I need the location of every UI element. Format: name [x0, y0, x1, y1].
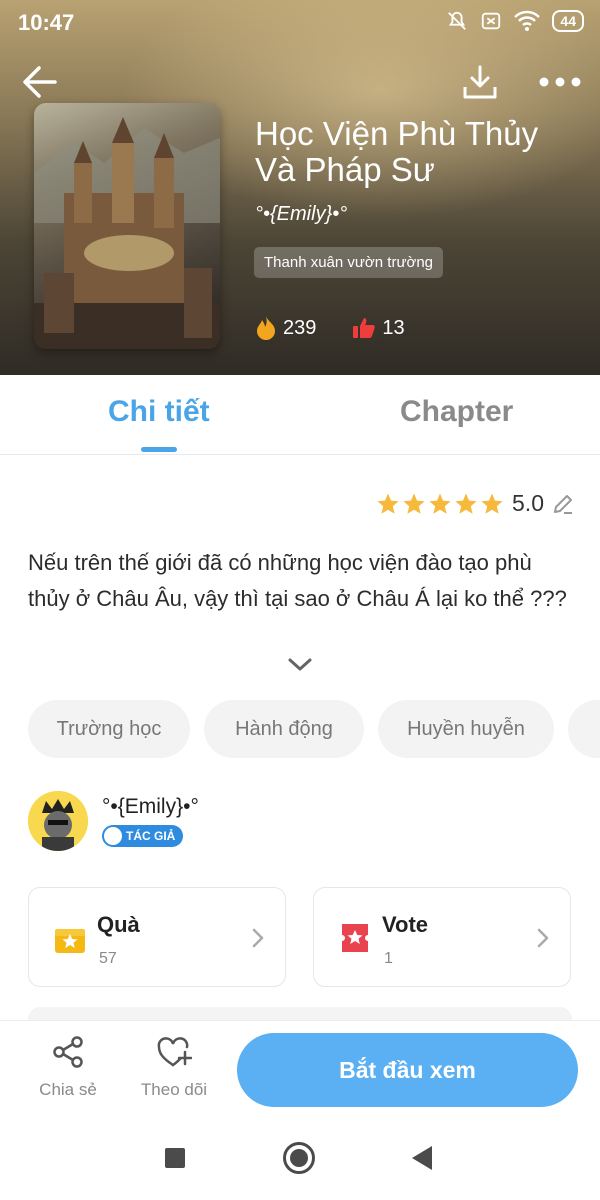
thumbs-up-icon [353, 318, 376, 338]
author-badge-icon [104, 827, 122, 845]
genre-badge[interactable]: Thanh xuân vườn trường [254, 247, 444, 278]
star-icon [377, 493, 399, 514]
download-icon [463, 65, 497, 99]
book-author[interactable]: °•{Emily}•° [255, 203, 347, 226]
likes-count: 13 [382, 316, 405, 339]
start-reading-button[interactable]: Bắt đầu xem [237, 1033, 578, 1107]
mute-icon [448, 11, 467, 30]
vote-card[interactable]: Vote 1 [313, 887, 571, 987]
book-description: Nếu trên thế giới đã có những học viện đ… [28, 550, 567, 611]
active-tab-indicator [141, 447, 177, 452]
tag-chip[interactable]: Trường học [28, 700, 190, 758]
chevron-right-icon [537, 928, 549, 948]
book-title: Học Viện Phù Thủy Và Pháp Sư [255, 115, 539, 188]
status-bar: 10:47 44 [0, 0, 600, 44]
sim-icon [482, 12, 501, 30]
more-button[interactable] [534, 60, 586, 104]
rating-stars [376, 492, 504, 516]
chevron-down-icon [288, 658, 312, 671]
heart-plus-icon [157, 1037, 193, 1067]
book-header: 10:47 44 Học Viện Phù Thủy Và Pháp Sư °•… [0, 0, 600, 375]
tab-chapter[interactable]: Chapter [400, 395, 513, 429]
star-icon [429, 493, 451, 514]
likes-stat: 13 [352, 316, 405, 340]
tag-chip[interactable]: Hành động [204, 700, 364, 758]
fire-icon [257, 316, 275, 340]
tab-detail[interactable]: Chi tiết [108, 395, 210, 429]
more-icon [539, 77, 581, 87]
system-back-icon[interactable] [412, 1146, 432, 1170]
detail-tabs: Chi tiết Chapter [0, 375, 600, 455]
star-icon [403, 493, 425, 514]
author-name[interactable]: °•{Emily}•° [102, 795, 199, 819]
book-stats: 239 13 [255, 315, 405, 341]
star-icon [455, 493, 477, 514]
recent-apps-icon[interactable] [165, 1148, 185, 1168]
gift-title: Quà [97, 912, 140, 937]
wifi-icon [514, 10, 541, 31]
rating-row[interactable]: 5.0 [376, 490, 574, 517]
expand-description-button[interactable] [284, 652, 316, 676]
author-avatar[interactable] [28, 791, 88, 851]
views-count: 239 [283, 316, 317, 339]
tag-list: Trường học Hành động Huyền huyễn [28, 700, 600, 758]
book-cover[interactable] [34, 103, 220, 349]
share-label: Chia sẻ [39, 1080, 97, 1099]
vote-ticket-icon [342, 924, 368, 952]
avatar-image [28, 791, 88, 851]
author-role-badge: TÁC GIẢ [102, 825, 184, 847]
gift-count: 57 [99, 950, 117, 967]
vote-count: 1 [384, 950, 393, 967]
status-time: 10:47 [18, 10, 75, 35]
tag-chip[interactable]: Huyền huyễn [378, 700, 554, 758]
gift-card[interactable]: Quà 57 [28, 887, 286, 987]
home-icon[interactable] [283, 1142, 315, 1174]
vote-title: Vote [382, 912, 429, 937]
bottom-action-bar: Chia sẻ Theo dõi Bắt đầu xem [0, 1020, 600, 1120]
share-button[interactable]: Chia sẻ [23, 1035, 113, 1100]
views-stat: 239 [255, 315, 316, 341]
chevron-right-icon [252, 928, 264, 948]
author-role-label: TÁC GIẢ [126, 829, 176, 843]
star-icon [481, 493, 503, 514]
tag-chip-partial[interactable] [568, 700, 600, 758]
download-button[interactable] [458, 60, 502, 104]
battery-indicator: 44 [552, 10, 584, 32]
share-icon [53, 1036, 83, 1068]
back-button[interactable] [18, 60, 62, 104]
castle-illustration [34, 117, 220, 349]
gift-icon [55, 929, 85, 953]
follow-button[interactable]: Theo dõi [129, 1035, 219, 1100]
arrow-left-icon [23, 66, 57, 98]
system-navigation-bar [0, 1120, 600, 1200]
rating-value: 5.0 [512, 490, 544, 516]
edit-icon[interactable] [552, 493, 574, 515]
follow-label: Theo dõi [140, 1080, 208, 1099]
